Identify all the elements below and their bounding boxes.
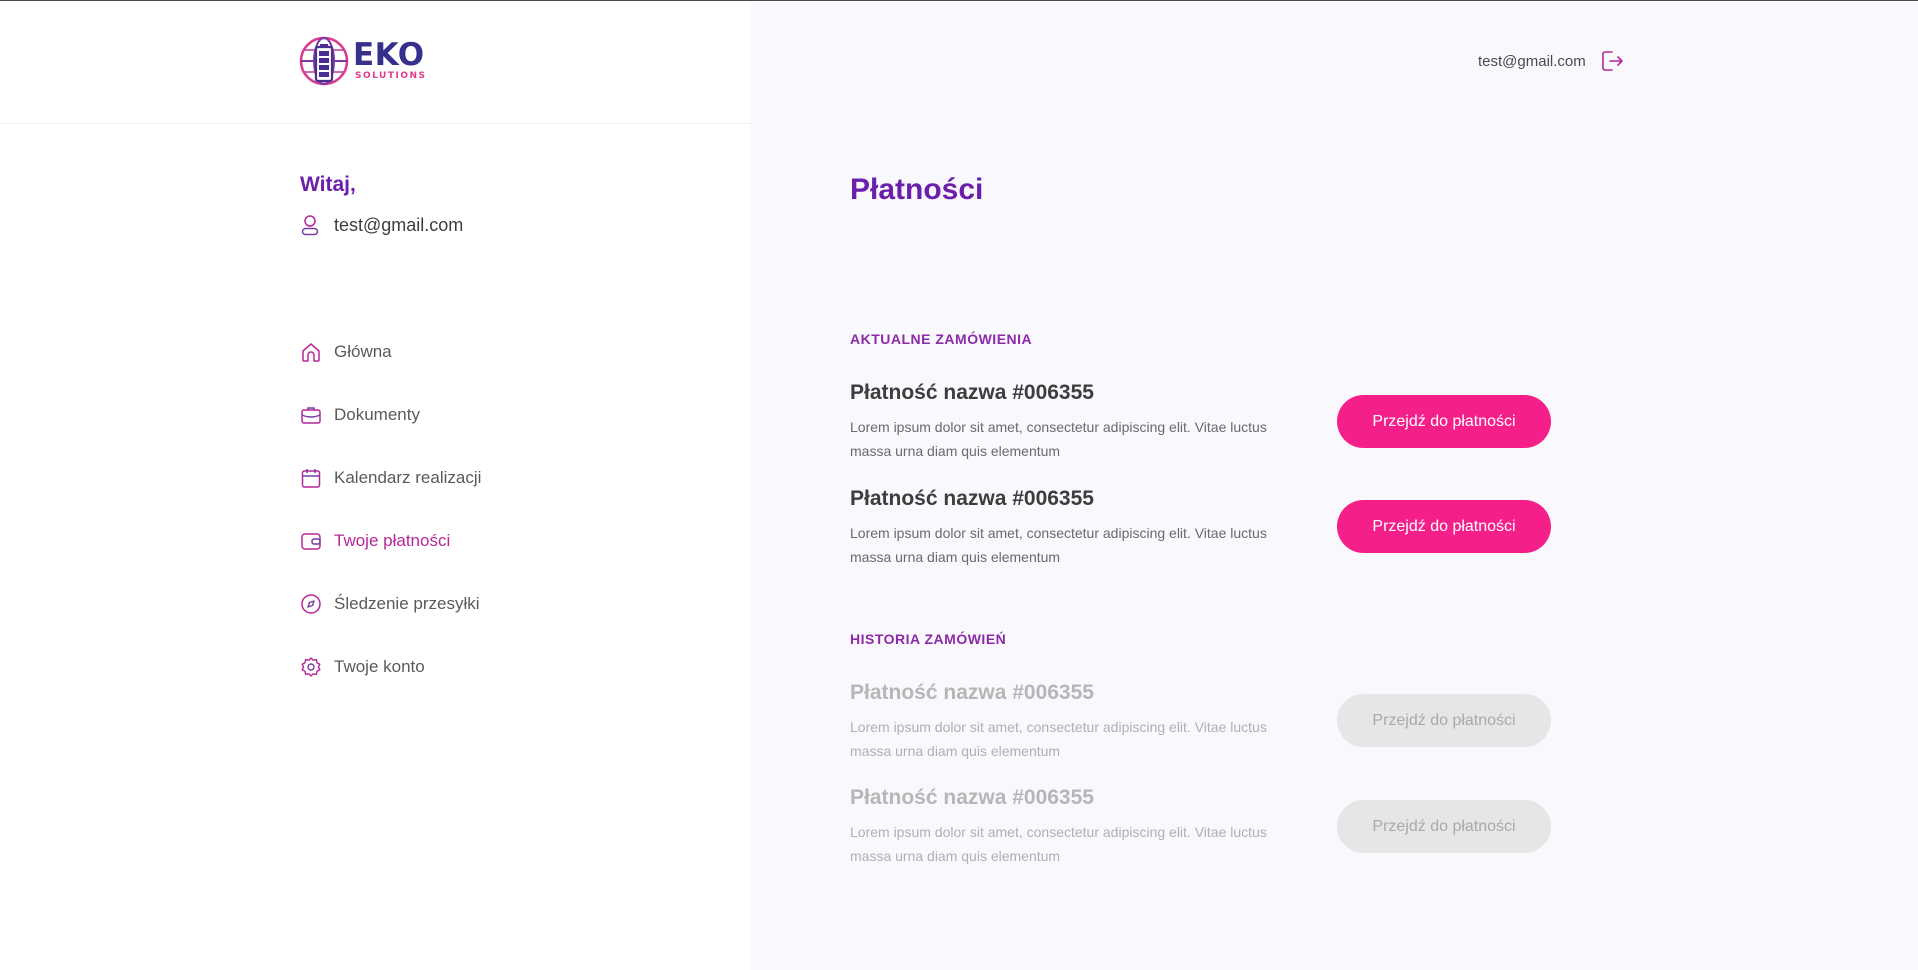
greeting-text: Witaj, — [300, 173, 356, 196]
sidebar-item-label: Śledzenie przesyłki — [334, 594, 480, 613]
payment-description: Lorem ipsum dolor sit amet, consectetur … — [850, 525, 1267, 565]
sidebar-item-label: Twoje konto — [334, 657, 425, 676]
logout-icon[interactable] — [1600, 49, 1624, 73]
sidebar-user-email: test@gmail.com — [334, 214, 464, 235]
order-history-heading: HISTORIA ZAMÓWIEŃ — [850, 631, 1007, 647]
wallet-icon — [301, 533, 321, 550]
compass-icon — [301, 594, 321, 614]
sidebar-item-kalendarz[interactable]: Kalendarz realizacji — [300, 464, 481, 492]
sidebar-item-label: Kalendarz realizacji — [334, 468, 482, 487]
sidebar-item-platnosci[interactable]: Twoje płatności — [300, 527, 481, 555]
sidebar-item-label: Twoje płatności — [334, 531, 451, 550]
sidebar-user: test@gmail.com — [300, 214, 463, 236]
sidebar-item-glowna[interactable]: Główna — [300, 338, 481, 366]
brand-logo[interactable]: EKO SOLUTIONS — [298, 35, 427, 87]
brand-tagline: SOLUTIONS — [355, 71, 427, 81]
sidebar-item-label: Dokumenty — [334, 405, 420, 424]
go-to-payment-button-disabled[interactable]: Przejdź do płatności — [1337, 800, 1551, 853]
brand-name: EKO — [353, 37, 425, 73]
sidebar-item-dokumenty[interactable]: Dokumenty — [300, 401, 481, 429]
briefcase-icon — [301, 407, 321, 424]
payment-description: Lorem ipsum dolor sit amet, consectetur … — [850, 419, 1267, 459]
sidebar-nav: Główna Dokumenty Kalendarz realizacji Tw… — [300, 338, 481, 716]
go-to-payment-button-disabled[interactable]: Przejdź do płatności — [1337, 694, 1551, 747]
go-to-payment-button[interactable]: Przejdź do płatności — [1337, 500, 1551, 553]
header-divider — [0, 123, 750, 124]
globe-battery-logo-icon — [299, 36, 349, 86]
current-orders-heading: AKTUALNE ZAMÓWIENIA — [850, 331, 1033, 347]
payment-description: Lorem ipsum dolor sit amet, consectetur … — [850, 719, 1267, 759]
header-user: test@gmail.com — [1478, 49, 1624, 73]
settings-icon — [301, 657, 321, 677]
payment-description: Lorem ipsum dolor sit amet, consectetur … — [850, 824, 1267, 864]
sidebar-item-konto[interactable]: Twoje konto — [300, 653, 481, 681]
payment-item-history: Płatność nazwa #006355 Lorem ipsum dolor… — [850, 679, 1551, 763]
page-title: Płatności — [850, 173, 984, 206]
payment-item-history: Płatność nazwa #006355 Lorem ipsum dolor… — [850, 784, 1551, 868]
home-icon — [302, 343, 320, 362]
user-icon — [301, 215, 319, 236]
payment-item: Płatność nazwa #006355 Lorem ipsum dolor… — [850, 379, 1551, 463]
sidebar-item-sledzenie[interactable]: Śledzenie przesyłki — [300, 590, 481, 618]
header-user-email: test@gmail.com — [1478, 52, 1586, 70]
sidebar-item-label: Główna — [334, 342, 392, 361]
go-to-payment-button[interactable]: Przejdź do płatności — [1337, 395, 1551, 448]
calendar-icon — [301, 469, 321, 488]
payment-item: Płatność nazwa #006355 Lorem ipsum dolor… — [850, 485, 1551, 569]
